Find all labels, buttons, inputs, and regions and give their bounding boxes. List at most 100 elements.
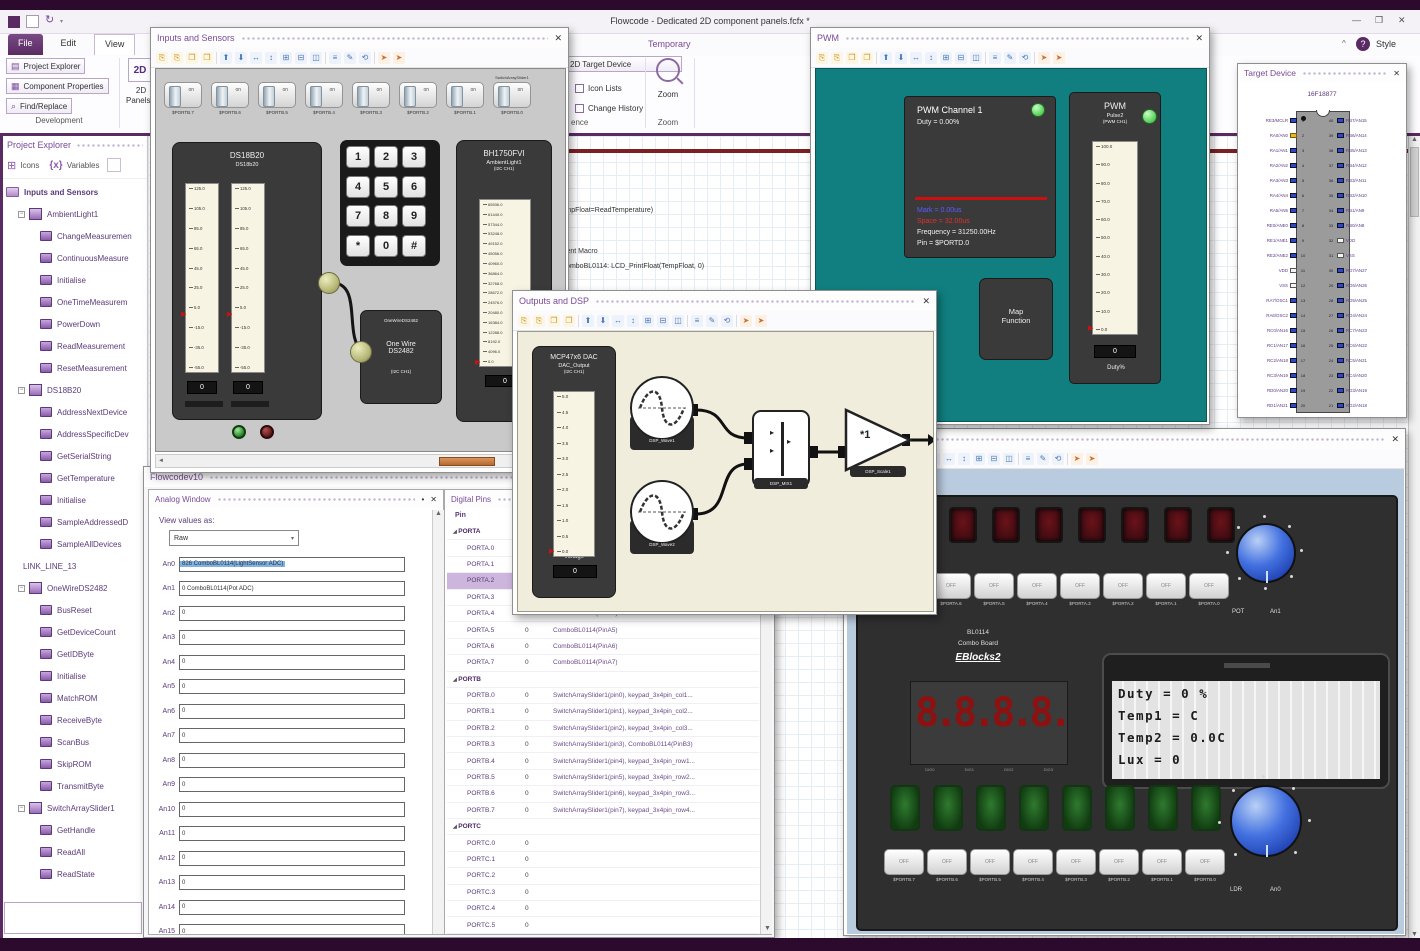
- pin-pad-right[interactable]: [1337, 193, 1344, 198]
- toolbar-icon[interactable]: ⟲: [1052, 452, 1064, 465]
- digital-pin-row[interactable]: PORTB.2 0 SwitchArraySlider1(pin2), keyp…: [447, 721, 759, 738]
- tree-item[interactable]: AddressNextDevice: [0, 401, 147, 423]
- maximize-button[interactable]: ❐: [1375, 15, 1383, 26]
- scroll-down-icon[interactable]: ▼: [1411, 931, 1418, 938]
- 2d-panels-icon[interactable]: 2D: [128, 58, 152, 82]
- keypad-key[interactable]: 2: [374, 146, 398, 168]
- toolbar-icon[interactable]: ⟲: [721, 314, 733, 327]
- tree-item[interactable]: LINK_LINE_13: [0, 555, 147, 577]
- ribbon-button[interactable]: ⌕ Find/Replace: [6, 98, 73, 114]
- analog-value-field[interactable]: 0: [179, 801, 405, 817]
- port-switch-button[interactable]: OFF: [974, 573, 1014, 599]
- port-switch-button[interactable]: OFF: [1056, 849, 1096, 875]
- analog-value-field[interactable]: 0: [179, 605, 405, 621]
- scrollbar-thumb[interactable]: [439, 456, 496, 466]
- toolbar-icon[interactable]: ⬇: [895, 51, 907, 64]
- toolbar-icon[interactable]: ⊟: [295, 51, 307, 64]
- pin-pad-right[interactable]: [1337, 358, 1344, 363]
- pin-pad-left[interactable]: [1290, 388, 1297, 393]
- ribbon-button[interactable]: ▦ Component Properties: [6, 78, 109, 94]
- ribbon-check-item[interactable]: Icon Lists: [571, 80, 626, 96]
- toolbar-icon[interactable]: ⟲: [359, 51, 371, 64]
- port-switch-button[interactable]: OFF: [1142, 849, 1182, 875]
- digital-pin-row[interactable]: PORTB.1 0 SwitchArraySlider1(pin1), keyp…: [447, 704, 759, 721]
- ribbon-tab[interactable]: Edit: [51, 34, 87, 55]
- toolbar-icon[interactable]: ❐: [201, 51, 213, 64]
- temperature-scale-1[interactable]: 125.0 105.0 85.0 65.0 45.0 25.0 5.0 -15.0 -35.0 -…: [185, 183, 219, 373]
- toolbar-icon[interactable]: |: [1034, 51, 1035, 64]
- dsp-wave1-component[interactable]: DSP_Wave1: [628, 376, 696, 452]
- temperature-scale-2[interactable]: 125.0 105.0 85.0 65.0 45.0 25.0 5.0 -15.0 -35.0 -…: [231, 183, 265, 373]
- tree-expander-icon[interactable]: −: [18, 584, 25, 592]
- digital-pin-row[interactable]: PORTB.4 0 SwitchArraySlider1(pin4), keyp…: [447, 753, 759, 770]
- inputs-canvas[interactable]: $PORTB.7 $PORTB.6 $PORTB.5: [155, 68, 566, 452]
- variables-tab-label[interactable]: Variables: [67, 161, 100, 170]
- scroll-left-icon[interactable]: ◄: [156, 458, 166, 464]
- toggle-switch[interactable]: [446, 82, 484, 108]
- port-switch-button[interactable]: OFF: [927, 849, 967, 875]
- toolbar-icon[interactable]: ❐: [861, 51, 873, 64]
- connector-node[interactable]: [350, 341, 372, 363]
- toolbar-icon[interactable]: ↕: [958, 452, 970, 465]
- port-switch-button[interactable]: OFF: [1013, 849, 1053, 875]
- pin-pad-right[interactable]: [1337, 403, 1344, 408]
- tree-item[interactable]: GetIDByte: [0, 643, 147, 665]
- pin-pad-right[interactable]: [1337, 208, 1344, 213]
- port-switch-button[interactable]: OFF: [1017, 573, 1057, 599]
- toolbar-icon[interactable]: ⊞: [642, 314, 654, 327]
- toolbar-icon[interactable]: ➤: [1053, 51, 1065, 64]
- pin-pad-left[interactable]: [1290, 208, 1297, 213]
- pin-pad-right[interactable]: [1337, 163, 1344, 168]
- scroll-down-icon[interactable]: ▼: [764, 925, 771, 932]
- connector-node[interactable]: [318, 272, 340, 294]
- scrollbar-thumb[interactable]: [1410, 147, 1419, 217]
- toolbar-icon[interactable]: ↔: [250, 51, 262, 64]
- tree-item[interactable]: − OneWireDS2482: [0, 577, 147, 599]
- analog-value-field[interactable]: 0: [179, 777, 405, 793]
- tree-item[interactable]: GetDeviceCount: [0, 621, 147, 643]
- digital-pin-row[interactable]: PORTC.2 0: [447, 868, 759, 885]
- tree-item[interactable]: OneTimeMeasurem: [0, 291, 147, 313]
- toolbar-icon[interactable]: ✎: [344, 51, 356, 64]
- pin-pad-left[interactable]: [1290, 358, 1297, 363]
- ribbon-button[interactable]: ▤ Project Explorer: [6, 58, 86, 74]
- toolbar-icon[interactable]: ➤: [1038, 51, 1050, 64]
- digital-pin-row[interactable]: PORTA.5 0 ComboBL0114(PinA5): [447, 622, 759, 639]
- toggle-switch[interactable]: [399, 82, 437, 108]
- digital-pin-row[interactable]: PORTC.0 0: [447, 835, 759, 852]
- port-switch-button[interactable]: OFF: [1146, 573, 1186, 599]
- green-button[interactable]: [890, 785, 920, 831]
- pin-pad-left[interactable]: [1290, 133, 1297, 138]
- toolbar-icon[interactable]: ⊞: [280, 51, 292, 64]
- close-panel-icon[interactable]: ✕: [1195, 33, 1203, 43]
- inputs-titlebar[interactable]: Inputs and Sensors ✕: [151, 28, 568, 48]
- pin-pad-right[interactable]: [1337, 283, 1344, 288]
- ribbon-check-item[interactable]: Change History: [571, 100, 647, 116]
- ribbon-tab[interactable]: File: [8, 34, 43, 55]
- pin-pad-left[interactable]: [1290, 328, 1297, 333]
- toggle-switch[interactable]: [493, 82, 531, 108]
- green-button[interactable]: [1019, 785, 1049, 831]
- digital-pin-row[interactable]: PORTC.4 0: [447, 901, 759, 918]
- tree-item[interactable]: ReceiveByte: [0, 709, 147, 731]
- pin-pad-right[interactable]: [1337, 388, 1344, 393]
- port-switch-button[interactable]: OFF: [931, 573, 971, 599]
- analog-value-field[interactable]: 0: [179, 875, 405, 891]
- tree-item[interactable]: Inputs and Sensors: [0, 181, 147, 203]
- toolbar-icon[interactable]: |: [1067, 452, 1068, 465]
- pin-pad-left[interactable]: [1290, 373, 1297, 378]
- toolbar-icon[interactable]: ≡: [989, 51, 1001, 64]
- analog-value-field[interactable]: 0: [179, 899, 405, 915]
- toolbar-icon[interactable]: ↕: [627, 314, 639, 327]
- green-button[interactable]: [933, 785, 963, 831]
- tree-item[interactable]: GetHandle: [0, 819, 147, 841]
- pin-pad-left[interactable]: [1290, 163, 1297, 168]
- tree-item[interactable]: ReadMeasurement: [0, 335, 147, 357]
- keypad-key[interactable]: 5: [374, 175, 398, 198]
- tree-item[interactable]: MatchROM: [0, 687, 147, 709]
- pin-pad-right[interactable]: [1337, 328, 1344, 333]
- keypad-key[interactable]: 9: [402, 205, 426, 227]
- help-icon[interactable]: ?: [1356, 37, 1370, 51]
- keypad-key[interactable]: 7: [346, 205, 370, 227]
- tree-item[interactable]: SampleAddressedD: [0, 511, 147, 533]
